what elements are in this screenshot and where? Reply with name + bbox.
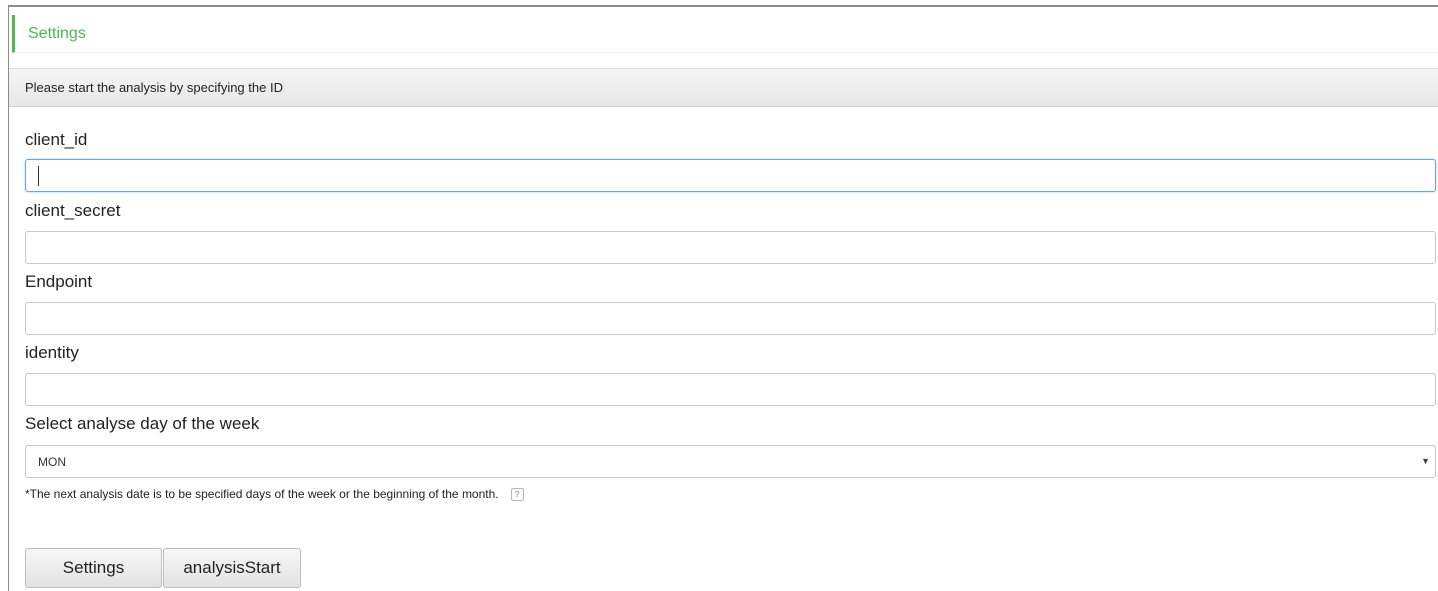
endpoint-label: Endpoint <box>25 272 93 291</box>
day-select-label: Select analyse day of the week <box>25 414 260 433</box>
instruction-text: Please start the analysis by specifying … <box>25 80 283 95</box>
window-frame-top <box>8 5 1438 7</box>
text-caret <box>38 166 39 186</box>
identity-label: identity <box>25 343 79 362</box>
settings-header: Settings <box>12 15 1438 53</box>
day-select-value: MON <box>38 454 66 469</box>
client-secret-input[interactable] <box>25 231 1436 264</box>
client-id-label: client_id <box>25 130 88 149</box>
schedule-note: *The next analysis date is to be specifi… <box>25 487 524 501</box>
instruction-bar: Please start the analysis by specifying … <box>9 68 1438 107</box>
endpoint-input[interactable] <box>25 302 1436 335</box>
client-id-input[interactable] <box>25 159 1436 192</box>
analysis-start-button[interactable]: analysisStart <box>163 548 301 588</box>
dropdown-arrow-icon: ▼ <box>1421 456 1430 466</box>
schedule-note-text: *The next analysis date is to be specifi… <box>25 487 499 501</box>
day-of-week-select[interactable]: MON ▼ <box>25 445 1436 478</box>
settings-button[interactable]: Settings <box>25 548 162 588</box>
help-icon[interactable]: ? <box>510 487 524 501</box>
client-secret-label: client_secret <box>25 201 121 220</box>
identity-input[interactable] <box>25 373 1436 406</box>
page-title: Settings <box>28 24 86 42</box>
